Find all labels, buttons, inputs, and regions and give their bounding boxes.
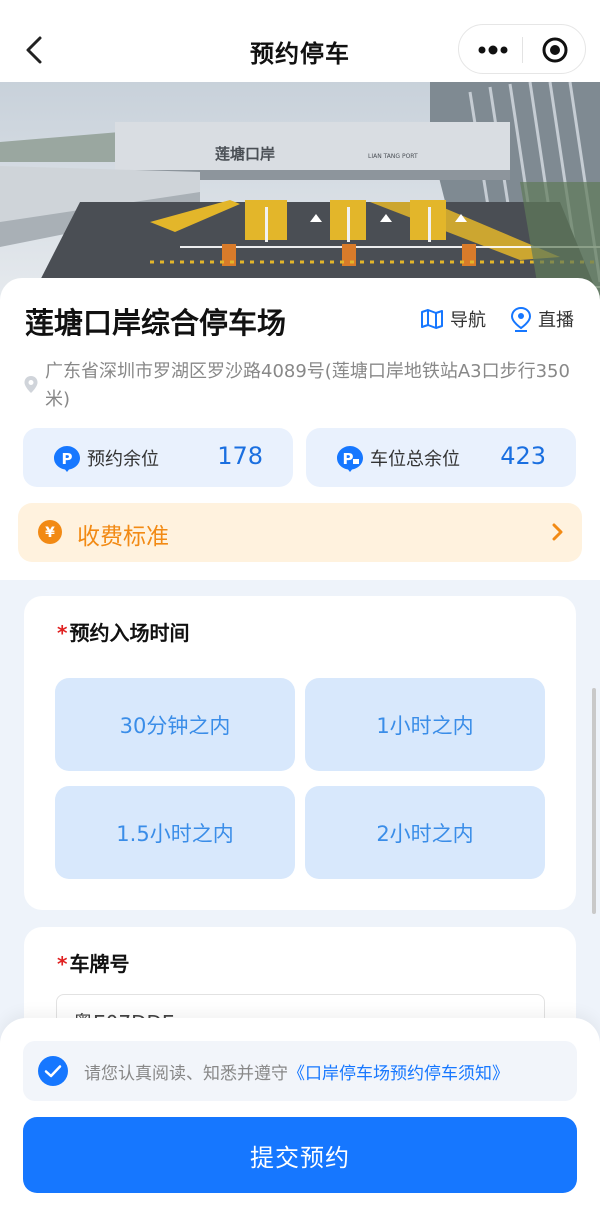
- required-mark: *: [57, 952, 68, 976]
- time-option-2h[interactable]: 2小时之内: [305, 786, 545, 879]
- lot-address: 广东省深圳市罗湖区罗沙路4089号(莲塘口岸地铁站A3口步行350米): [45, 361, 570, 410]
- submit-button[interactable]: 提交预约: [23, 1117, 577, 1193]
- live-label: 直播: [538, 310, 574, 331]
- yen-icon: ¥: [38, 520, 62, 544]
- hero-sign-text: 莲塘口岸: [215, 145, 275, 163]
- plate-title-text: 车牌号: [69, 952, 130, 976]
- agreement-text: 请您认真阅读、知悉并遵守《口岸停车场预约停车须知》: [84, 1059, 509, 1084]
- parking-lot-photo: 莲塘口岸 LIAN TANG PORT: [0, 82, 600, 300]
- time-option-1-5h[interactable]: 1.5小时之内: [55, 786, 295, 879]
- plate-title: * 车牌号: [57, 948, 129, 977]
- reserve-spaces-label: 预约余位: [87, 449, 159, 470]
- target-icon[interactable]: [541, 36, 569, 64]
- total-spaces-label: 车位总余位: [370, 449, 460, 470]
- capsule-divider: [522, 37, 523, 63]
- navigate-button[interactable]: 导航: [420, 304, 486, 334]
- time-option-30min[interactable]: 30分钟之内: [55, 678, 295, 771]
- svg-text:P: P: [62, 450, 73, 468]
- navigate-label: 导航: [450, 310, 486, 331]
- entry-time-title: * 预约入场时间: [57, 617, 189, 646]
- reserve-spaces-stat: P 预约余位 178: [23, 428, 293, 487]
- map-icon: [421, 309, 443, 329]
- parking-total-icon: P: [336, 445, 364, 473]
- location-pin-icon: [510, 306, 532, 332]
- reserve-spaces-value: 178: [217, 442, 263, 470]
- address-pin-icon: [23, 375, 39, 395]
- svg-text:P: P: [343, 450, 354, 468]
- chevron-right-icon: [552, 523, 564, 541]
- agreement-row: 请您认真阅读、知悉并遵守《口岸停车场预约停车须知》: [23, 1041, 577, 1101]
- agreement-link[interactable]: 《口岸停车场预约停车须知》: [288, 1064, 509, 1084]
- time-option-1h[interactable]: 1小时之内: [305, 678, 545, 771]
- total-spaces-value: 423: [500, 442, 546, 470]
- agreement-checkbox[interactable]: [38, 1056, 68, 1086]
- fee-standard-label: 收费标准: [77, 524, 169, 550]
- fee-standard-row[interactable]: ¥ 收费标准: [18, 503, 582, 562]
- required-mark: *: [57, 621, 68, 645]
- parking-icon: P: [53, 445, 81, 473]
- more-dots-icon[interactable]: [475, 35, 511, 65]
- agreement-prefix: 请您认真阅读、知悉并遵守: [84, 1064, 288, 1084]
- mini-program-capsule: [458, 24, 586, 74]
- scrollbar[interactable]: [592, 688, 596, 914]
- hero-sign-subtext: LIAN TANG PORT: [368, 153, 418, 160]
- checkmark-icon: [44, 1065, 62, 1078]
- total-spaces-stat: P 车位总余位 423: [306, 428, 576, 487]
- lot-name: 莲塘口岸综合停车场: [25, 306, 287, 340]
- entry-time-title-text: 预约入场时间: [69, 621, 190, 645]
- svg-text:¥: ¥: [45, 525, 55, 541]
- live-button[interactable]: 直播: [510, 304, 574, 334]
